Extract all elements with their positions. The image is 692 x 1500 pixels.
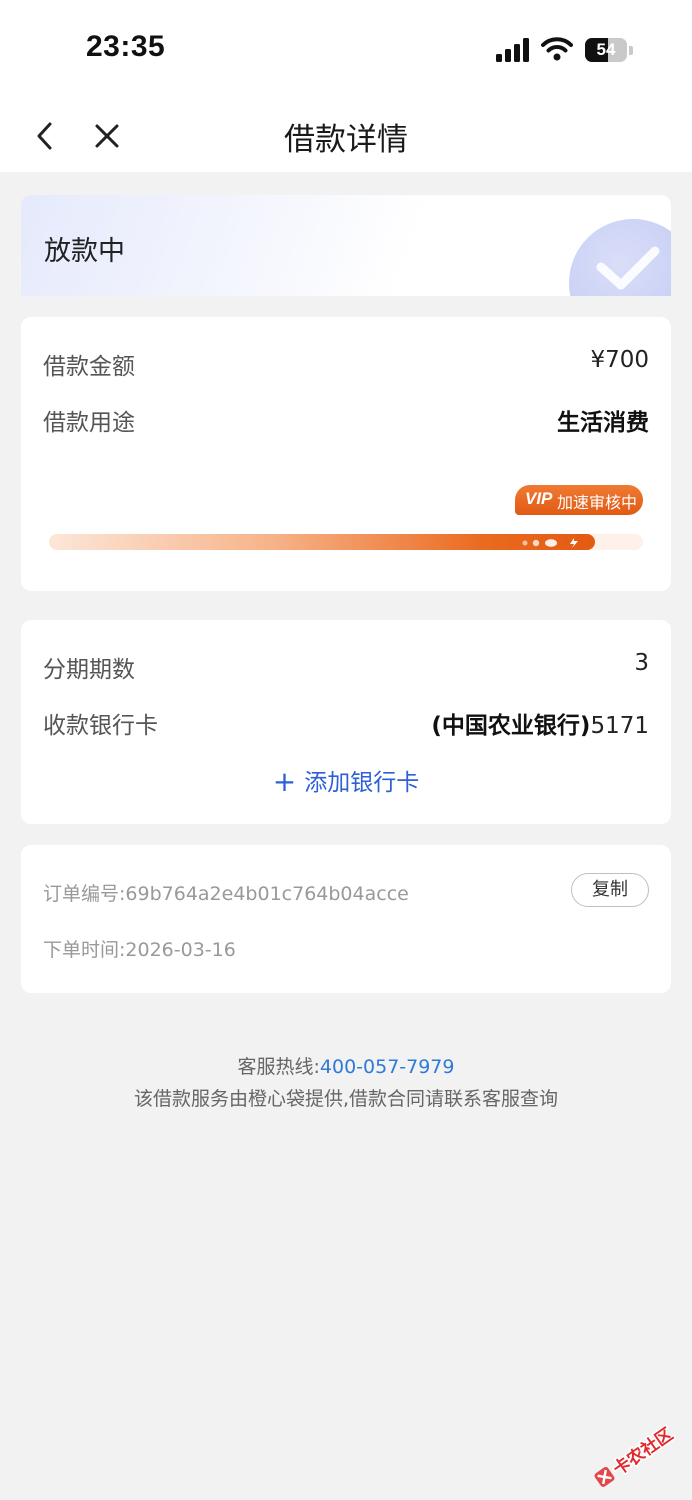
loan-purpose-value: 生活消费 (557, 410, 649, 436)
bank-card-label: 收款银行卡 (43, 713, 158, 739)
copy-button[interactable]: 复制 (571, 873, 649, 907)
battery-cap (629, 46, 633, 55)
loan-amount-value: ¥700 (590, 347, 649, 373)
order-time-label: 下单时间: (43, 939, 126, 961)
bank-card-number: 5171 (590, 713, 649, 739)
order-number-label: 订单编号: (43, 883, 126, 905)
bank-card-name: (中国农业银行) (431, 713, 591, 739)
loan-amount-row: 借款金额 ¥700 (43, 347, 649, 383)
battery-level: 54 (596, 40, 616, 59)
bank-card-row[interactable]: 收款银行卡 (中国农业银行)5171 (43, 706, 649, 742)
nav-bar: 借款详情 (0, 100, 692, 172)
bank-info-card: 分期期数 3 收款银行卡 (中国农业银行)5171 + 添加银行卡 (21, 620, 671, 824)
add-bank-card-label: 添加银行卡 (304, 770, 420, 796)
hotline-label: 客服热线: (237, 1056, 320, 1078)
vip-review-badge: VIP 加速审核中 (515, 485, 643, 515)
vip-label: VIP (525, 489, 553, 508)
loan-purpose-row: 借款用途 生活消费 (43, 403, 649, 439)
add-bank-card-button[interactable]: + 添加银行卡 (21, 763, 671, 798)
loan-amount-label: 借款金额 (43, 354, 135, 380)
loan-purpose-label: 借款用途 (43, 410, 135, 436)
hotline-line: 客服热线:400-057-7979 (0, 1052, 692, 1079)
order-number-value: 69b764a2e4b01c764b04acce (125, 883, 409, 905)
installments-value: 3 (634, 650, 649, 676)
check-circle-icon (596, 246, 660, 290)
rocket-icon (522, 538, 578, 548)
cellular-signal-icon (496, 38, 529, 62)
vip-status-text: 加速审核中 (557, 493, 638, 512)
loan-info-card: 借款金额 ¥700 借款用途 生活消费 VIP 加速审核中 (21, 317, 671, 591)
loan-status-text: 放款中 (44, 236, 125, 267)
status-bar: 23:35 54 (0, 0, 692, 100)
watermark-text: 卡农社区 (609, 1424, 677, 1480)
status-time: 23:35 (86, 30, 166, 63)
installments-label: 分期期数 (43, 657, 135, 683)
review-progress-fill (49, 534, 596, 550)
wifi-icon (541, 37, 573, 61)
bank-card-value: (中国农业银行)5171 (431, 706, 649, 740)
service-disclaimer: 该借款服务由橙心袋提供,借款合同请联系客服查询 (133, 1088, 559, 1110)
order-number-row: 订单编号:69b764a2e4b01c764b04acce (43, 879, 409, 906)
page-title: 借款详情 (284, 122, 408, 158)
plus-icon: + (272, 765, 297, 798)
battery-icon: 54 (585, 38, 627, 62)
watermark-logo: 卡农社区 (594, 1422, 678, 1487)
installments-row: 分期期数 3 (43, 650, 649, 686)
order-time-value: 2026-03-16 (125, 939, 236, 961)
loan-status-card: 放款中 (21, 195, 671, 296)
hotline-number-link[interactable]: 400-057-7979 (320, 1056, 455, 1078)
order-time-row: 下单时间:2026-03-16 (43, 935, 236, 962)
order-info-card: 订单编号:69b764a2e4b01c764b04acce 复制 下单时间:20… (21, 845, 671, 993)
